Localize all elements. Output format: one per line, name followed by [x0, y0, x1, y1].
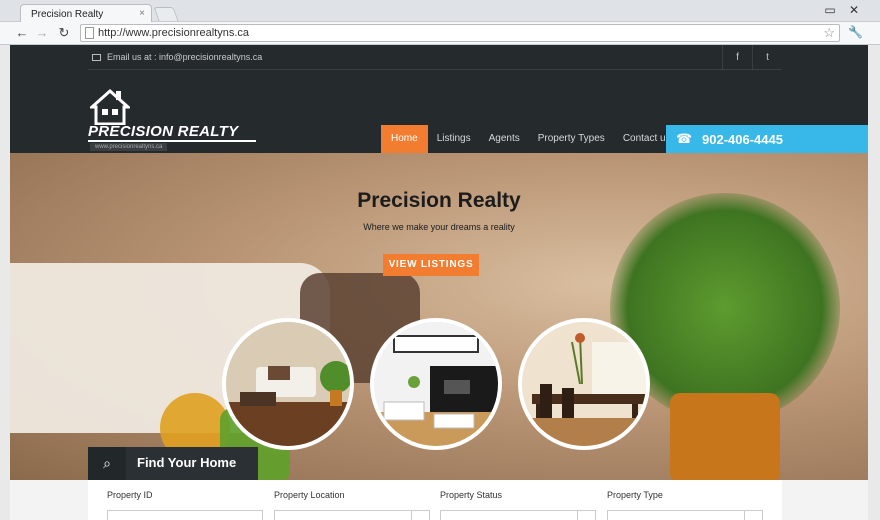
modern-lounge-image [374, 322, 498, 446]
property-type-select[interactable] [607, 510, 763, 520]
phone-banner[interactable]: ☎ 902-406-4445 [666, 125, 868, 154]
email-contact[interactable]: Email us at : info@precisionrealtyns.ca [92, 52, 262, 62]
property-id-input[interactable] [107, 510, 263, 520]
living-room-thumbnail[interactable] [222, 318, 354, 450]
wrench-icon[interactable]: 🔧 [848, 25, 863, 39]
nav-home[interactable]: Home [381, 125, 428, 153]
browser-toolbar: ← → ↻ http://www.precisionrealtyns.ca ☆ … [0, 22, 880, 45]
dining-room-thumbnail[interactable] [518, 318, 650, 450]
page-icon [85, 27, 94, 39]
site-header: Email us at : info@precisionrealtyns.ca … [10, 45, 868, 154]
phone-icon: ☎ [676, 131, 693, 146]
property-location-label: Property Location [274, 490, 345, 500]
logo-url: www.precisionrealtyns.ca [90, 143, 168, 151]
search-form-area: Property ID Property Location Property S… [10, 480, 868, 520]
bookmark-star-icon[interactable]: ☆ [823, 25, 835, 41]
property-type-label: Property Type [607, 490, 663, 500]
property-status-select[interactable] [440, 510, 596, 520]
main-nav: Home Listings Agents Property Types Cont… [381, 125, 680, 153]
logo-underline [88, 140, 256, 142]
close-window-icon[interactable]: ✕ [846, 3, 862, 17]
property-status-label: Property Status [440, 490, 503, 500]
chevron-down-icon [411, 511, 429, 520]
find-your-home-tab[interactable]: ⌕ Find Your Home [88, 447, 258, 480]
nav-listings[interactable]: Listings [428, 125, 480, 153]
site-logo[interactable]: PRECISION REALTY www.precisionrealtyns.c… [88, 87, 258, 153]
search-form: Property ID Property Location Property S… [88, 480, 782, 520]
browser-tab-strip: Precision Realty × ▭ ✕ [0, 0, 880, 23]
top-bar: Email us at : info@precisionrealtyns.ca … [88, 45, 782, 70]
nav-property-types[interactable]: Property Types [529, 125, 614, 153]
logo-text: PRECISION REALTY [88, 123, 239, 140]
reload-icon[interactable]: ↻ [56, 25, 72, 41]
url-text: http://www.precisionrealtyns.ca [98, 27, 250, 39]
chevron-down-icon [744, 511, 762, 520]
chevron-down-icon [577, 511, 595, 520]
find-your-home-heading: Find Your Home [137, 455, 237, 470]
new-tab-button[interactable] [153, 7, 179, 21]
tab-title: Precision Realty [31, 9, 104, 20]
minimize-icon[interactable]: ▭ [822, 3, 838, 17]
blurred-plant-pot [670, 393, 780, 480]
facebook-icon[interactable]: f [722, 45, 752, 70]
envelope-icon [92, 54, 101, 61]
modern-lounge-thumbnail[interactable] [370, 318, 502, 450]
house-icon [90, 88, 130, 125]
twitter-icon[interactable]: t [752, 45, 782, 70]
hero-subtitle: Where we make your dreams a reality [363, 222, 515, 232]
tab-close-icon[interactable]: × [139, 8, 145, 19]
forward-icon[interactable]: → [34, 25, 50, 40]
property-location-select[interactable] [274, 510, 430, 520]
back-icon[interactable]: ← [14, 25, 30, 40]
browser-tab[interactable]: Precision Realty × [20, 4, 152, 23]
hero-title: Precision Realty [357, 189, 521, 212]
view-listings-button[interactable]: VIEW LISTINGS [383, 254, 479, 276]
web-page: Email us at : info@precisionrealtyns.ca … [10, 45, 868, 520]
property-id-label: Property ID [107, 490, 153, 500]
living-room-image [226, 322, 350, 446]
nav-agents[interactable]: Agents [480, 125, 529, 153]
hero-banner: Precision Realty Where we make your drea… [10, 153, 868, 480]
email-text: Email us at : info@precisionrealtyns.ca [107, 52, 263, 62]
search-icon: ⌕ [88, 447, 126, 480]
dining-room-image [522, 322, 646, 446]
address-bar[interactable]: http://www.precisionrealtyns.ca ☆ [80, 24, 840, 42]
phone-number: 902-406-4445 [702, 132, 783, 147]
